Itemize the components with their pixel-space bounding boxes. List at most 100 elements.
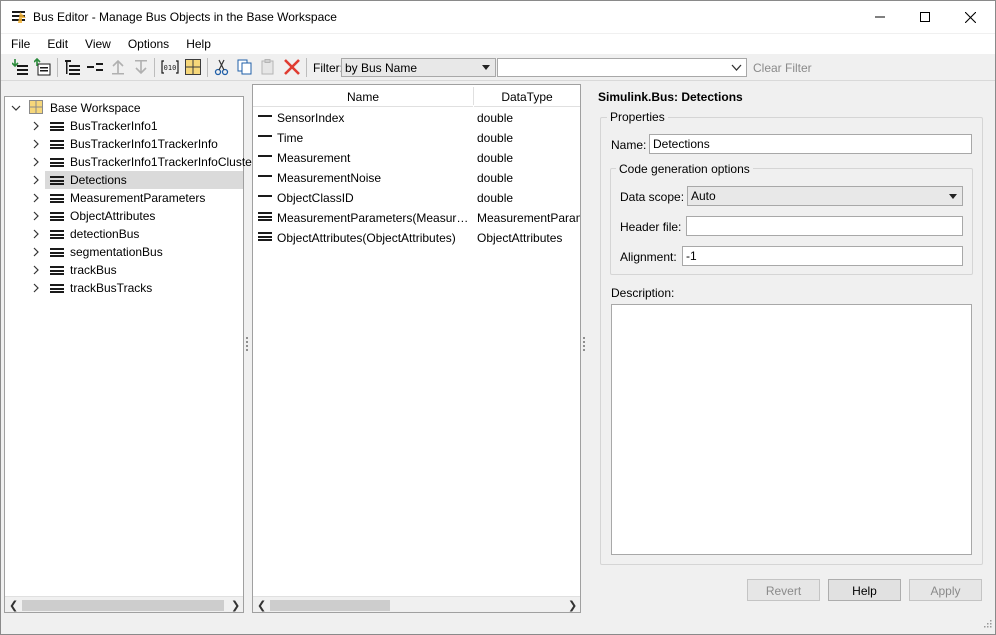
header-file-input[interactable]	[686, 216, 963, 236]
workspace-icon	[29, 100, 43, 117]
alignment-input[interactable]: -1	[682, 246, 963, 266]
table-row[interactable]: ObjectAttributes(ObjectAttributes) Object…	[253, 227, 580, 247]
move-down-icon[interactable]	[132, 58, 150, 76]
chevron-right-icon[interactable]	[31, 282, 41, 296]
tree-item[interactable]: BusTrackerInfo1TrackerInfo	[5, 135, 243, 153]
create-object-icon[interactable]: 010	[161, 58, 179, 76]
tree-item[interactable]: segmentationBus	[5, 243, 243, 261]
table-row[interactable]: Measurement double	[253, 147, 580, 167]
tree-item[interactable]: BusTrackerInfo1TrackerInfoClusters	[5, 153, 262, 171]
table-row[interactable]: ObjectClassID double	[253, 187, 580, 207]
chevron-right-icon[interactable]	[31, 156, 41, 170]
chevron-down-icon[interactable]	[731, 62, 742, 76]
chevron-right-icon[interactable]	[31, 228, 41, 242]
tree-horizontal-scrollbar[interactable]: ❮ ❯	[5, 596, 243, 612]
menu-file[interactable]: File	[1, 37, 37, 51]
bus-editor-window: Bus Editor - Manage Bus Objects in the B…	[0, 0, 996, 635]
chevron-right-icon[interactable]	[31, 210, 41, 224]
add-bus-icon[interactable]	[63, 58, 81, 76]
table-row[interactable]: SensorIndex double	[253, 107, 580, 127]
menu-edit[interactable]: Edit	[37, 37, 75, 51]
tree-item-label: detectionBus	[70, 227, 140, 241]
filter-type-dropdown[interactable]: by Bus Name	[341, 58, 496, 77]
scroll-left-icon[interactable]: ❮	[257, 599, 266, 612]
copy-icon[interactable]	[236, 58, 254, 76]
bus-tree-panel: Base Workspace BusTrackerInfo1 BusTracker…	[4, 96, 262, 613]
chevron-right-icon[interactable]	[31, 246, 41, 260]
grid-view-icon[interactable]	[184, 58, 202, 76]
toolbar-separator	[306, 58, 307, 77]
menu-bar: File Edit View Options Help	[1, 34, 995, 54]
splitter-handle[interactable]	[246, 337, 249, 357]
element-datatype: double	[477, 151, 514, 165]
menu-options[interactable]: Options	[118, 37, 176, 51]
paste-icon[interactable]	[259, 58, 277, 76]
table-row[interactable]: Time double	[253, 127, 580, 147]
bus-icon	[258, 212, 272, 221]
chevron-down-icon[interactable]	[11, 102, 21, 116]
element-datatype: double	[477, 111, 514, 125]
filter-type-value: by Bus Name	[345, 61, 418, 75]
window-title: Bus Editor - Manage Bus Objects in the B…	[33, 10, 337, 24]
clear-filter-button[interactable]: Clear Filter	[753, 61, 812, 75]
tree-item[interactable]: Detections	[5, 171, 243, 189]
move-up-icon[interactable]	[109, 58, 127, 76]
elements-horizontal-scrollbar[interactable]: ❮ ❯	[253, 596, 580, 612]
tree-item-label: trackBus	[70, 263, 117, 277]
scroll-left-icon[interactable]: ❮	[9, 599, 18, 612]
menu-help[interactable]: Help	[176, 37, 218, 51]
menu-view[interactable]: View	[75, 37, 118, 51]
column-header-datatype[interactable]: DataType	[474, 85, 580, 107]
chevron-right-icon[interactable]	[31, 192, 41, 206]
close-button[interactable]	[947, 1, 993, 33]
bus-icon	[50, 230, 64, 239]
data-scope-label: Data scope:	[620, 190, 685, 204]
import-icon[interactable]	[11, 58, 30, 76]
minimize-button[interactable]	[857, 1, 903, 33]
filter-text-combobox[interactable]	[497, 58, 747, 77]
element-datatype: double	[477, 171, 514, 185]
add-element-icon[interactable]	[86, 58, 104, 76]
toolbar-separator	[57, 58, 58, 77]
tree-root-base-workspace[interactable]: Base Workspace	[5, 99, 243, 117]
scroll-right-icon[interactable]: ❯	[568, 599, 577, 612]
cut-icon[interactable]	[213, 58, 231, 76]
chevron-right-icon[interactable]	[31, 264, 41, 278]
column-header-name[interactable]: Name	[253, 85, 473, 107]
help-button[interactable]: Help	[828, 579, 901, 601]
element-name: ObjectAttributes(ObjectAttributes)	[277, 231, 456, 245]
maximize-button[interactable]	[902, 1, 948, 33]
data-scope-dropdown[interactable]: Auto	[687, 186, 963, 206]
name-input[interactable]: Detections	[649, 134, 972, 154]
element-name: MeasurementParameters(Measureme...	[277, 211, 469, 225]
tree-item[interactable]: ObjectAttributes	[5, 207, 243, 225]
tree-item[interactable]: BusTrackerInfo1	[5, 117, 243, 135]
chevron-right-icon[interactable]	[31, 120, 41, 134]
tree-item[interactable]: trackBusTracks	[5, 279, 243, 297]
revert-button[interactable]: Revert	[747, 579, 820, 601]
tree-item[interactable]: detectionBus	[5, 225, 243, 243]
elements-scroll-thumb[interactable]	[270, 600, 390, 611]
tree-item-label: Detections	[70, 173, 127, 187]
element-name: Measurement	[277, 151, 351, 165]
tree-item[interactable]: MeasurementParameters	[5, 189, 243, 207]
tree-scroll-thumb[interactable]	[22, 600, 224, 611]
tree-item-label: BusTrackerInfo1TrackerInfoClusters	[70, 155, 262, 169]
export-icon[interactable]	[33, 57, 52, 76]
scroll-right-icon[interactable]: ❯	[231, 599, 240, 612]
chevron-right-icon[interactable]	[31, 174, 41, 188]
bus-icon	[50, 284, 64, 293]
description-textarea[interactable]	[611, 304, 972, 555]
splitter-handle[interactable]	[583, 337, 586, 357]
table-row[interactable]: MeasurementNoise double	[253, 167, 580, 187]
tree-item[interactable]: trackBus	[5, 261, 243, 279]
delete-icon[interactable]	[283, 58, 301, 76]
apply-button[interactable]: Apply	[909, 579, 982, 601]
toolbar-separator	[154, 58, 155, 77]
resize-grip-icon[interactable]	[982, 617, 992, 631]
tree-item-label: MeasurementParameters	[70, 191, 206, 205]
properties-title: Simulink.Bus: Detections	[598, 90, 743, 104]
chevron-right-icon[interactable]	[31, 138, 41, 152]
table-row[interactable]: MeasurementParameters(Measureme... Measur…	[253, 207, 580, 227]
bus-icon	[50, 212, 64, 221]
